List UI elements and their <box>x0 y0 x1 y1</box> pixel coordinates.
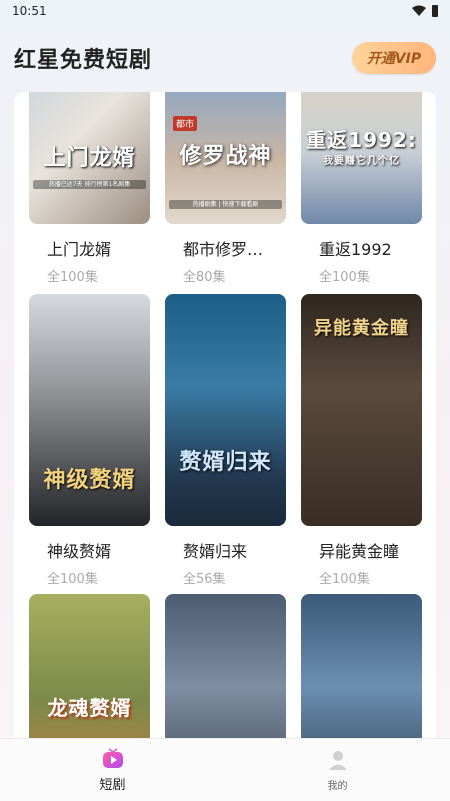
drama-card[interactable]: 异能黄金瞳 异能黄金瞳 全100集 <box>301 294 422 587</box>
drama-title[interactable]: 上门龙婿 <box>29 236 150 260</box>
drama-card[interactable]: 都市 修罗战神 热播剧集 | 快速下载看剧 都市修罗… 全80集 <box>165 92 286 285</box>
drama-poster[interactable] <box>165 594 286 738</box>
drama-card[interactable]: 重返1992: 我要赚它几个亿 重返1992 全100集 <box>301 92 422 285</box>
drama-title[interactable]: 神级赘婿 <box>29 538 150 562</box>
person-icon <box>328 750 347 770</box>
poster-title-text: 赘婿归来 <box>179 450 272 475</box>
poster-title-text: 异能黄金瞳 <box>314 318 409 339</box>
drama-episodes: 全100集 <box>47 270 98 285</box>
poster-subtitle: 热播已达7天 排行榜第1名剧集 <box>33 180 146 189</box>
drama-episodes: 全100集 <box>319 270 370 285</box>
tab-bar: 短剧 我的 <box>0 738 450 801</box>
drama-poster[interactable]: 重返1992: 我要赚它几个亿 <box>301 92 422 224</box>
drama-poster[interactable] <box>301 594 422 738</box>
app-title: 红星免费短剧 <box>14 48 153 73</box>
drama-title[interactable]: 赘婿归来 <box>165 538 286 562</box>
drama-card[interactable]: 上门龙婿 热播已达7天 排行榜第1名剧集 上门龙婿 全100集 <box>29 92 150 285</box>
drama-grid-container[interactable]: 上门龙婿 热播已达7天 排行榜第1名剧集 上门龙婿 全100集 都市 修罗战神 … <box>14 92 436 738</box>
tv-icon <box>102 747 123 768</box>
poster-title-text: 重返1992: <box>306 128 417 152</box>
poster-subtitle: 热播剧集 | 快速下载看剧 <box>169 200 282 209</box>
poster-title-text: 上门龙婿 <box>43 146 136 171</box>
drama-card[interactable]: 赘婿归来 赘婿归来 全56集 <box>165 294 286 587</box>
drama-poster[interactable]: 都市 修罗战神 热播剧集 | 快速下载看剧 <box>165 92 286 224</box>
wifi-icon <box>412 5 426 16</box>
tab-mine[interactable]: 我的 <box>225 739 450 801</box>
header: 红星免费短剧 开通VIP <box>0 30 450 86</box>
drama-poster[interactable]: 神级赘婿 <box>29 294 150 526</box>
battery-icon <box>432 5 438 17</box>
drama-episodes: 全80集 <box>183 270 226 285</box>
drama-episodes: 全100集 <box>47 572 98 587</box>
tab-drama[interactable]: 短剧 <box>0 739 225 801</box>
vip-button[interactable]: 开通VIP <box>352 42 436 74</box>
drama-episodes: 全100集 <box>319 572 370 587</box>
drama-card[interactable]: 神级赘婿 神级赘婿 全100集 <box>29 294 150 587</box>
status-time: 10:51 <box>12 4 47 18</box>
status-bar: 10:51 <box>0 0 450 22</box>
status-icons <box>412 5 438 17</box>
poster-title-text: 龙魂赘婿 <box>47 696 132 720</box>
drama-episodes: 全56集 <box>183 572 226 587</box>
drama-poster[interactable]: 上门龙婿 热播已达7天 排行榜第1名剧集 <box>29 92 150 224</box>
drama-title[interactable]: 异能黄金瞳 <box>301 538 422 562</box>
drama-poster[interactable]: 异能黄金瞳 <box>301 294 422 526</box>
drama-card[interactable] <box>165 594 286 738</box>
drama-card[interactable] <box>301 594 422 738</box>
drama-title[interactable]: 都市修罗… <box>165 236 286 260</box>
poster-title-text: 神级赘婿 <box>43 468 136 493</box>
drama-poster[interactable]: 赘婿归来 <box>165 294 286 526</box>
tab-label: 我的 <box>327 780 348 792</box>
poster-badge: 都市 <box>173 116 198 131</box>
drama-title[interactable]: 重返1992 <box>301 236 422 260</box>
poster-subtitle-text: 我要赚它几个亿 <box>323 156 400 167</box>
poster-title-text: 修罗战神 <box>179 144 272 169</box>
drama-poster[interactable]: 龙魂赘婿 <box>29 594 150 738</box>
drama-card[interactable]: 龙魂赘婿 <box>29 594 150 738</box>
tab-label: 短剧 <box>99 777 126 793</box>
